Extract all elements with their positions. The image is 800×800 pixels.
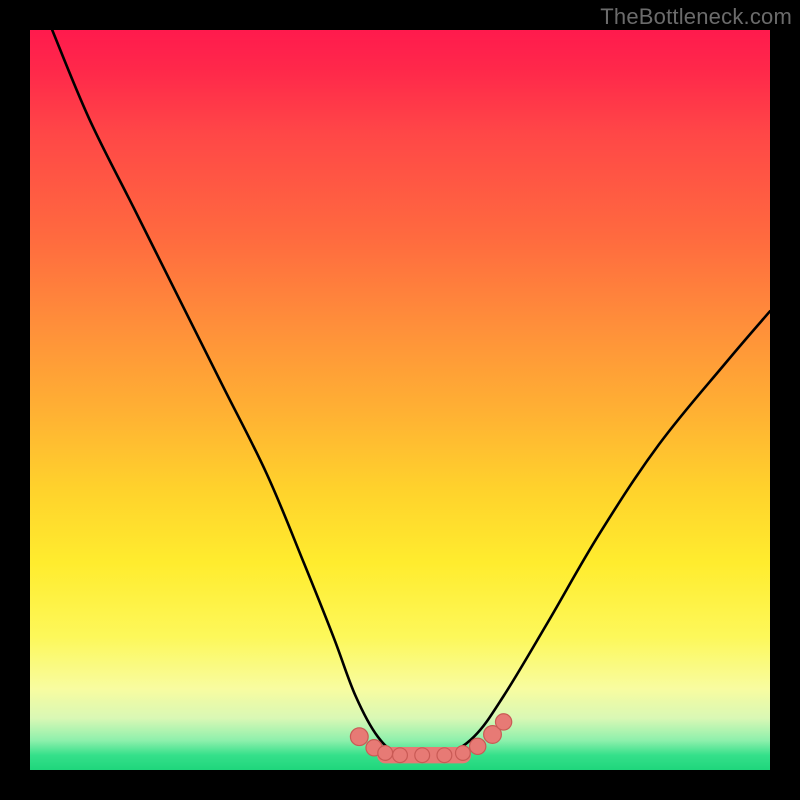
watermark-text: TheBottleneck.com [600,4,792,30]
trough-marker [470,738,486,754]
trough-marker [415,748,430,763]
trough-marker [437,748,452,763]
chart-frame: TheBottleneck.com [0,0,800,800]
chart-plot-area [30,30,770,770]
trough-marker [456,746,471,761]
bottleneck-curve [52,30,770,757]
trough-marker [378,746,393,761]
chart-svg [30,30,770,770]
trough-marker [350,728,368,746]
trough-marker [495,714,511,730]
trough-marker [393,748,408,763]
